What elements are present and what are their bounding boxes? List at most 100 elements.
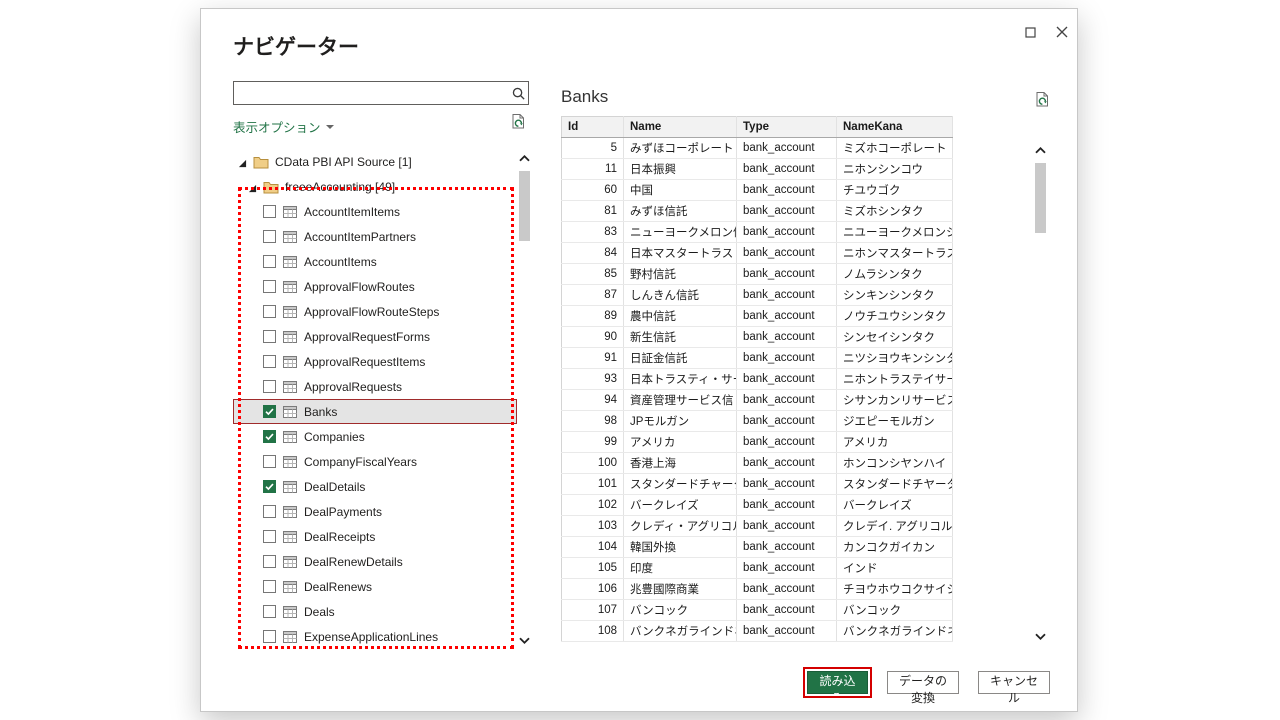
- scroll-down-icon[interactable]: [517, 631, 532, 649]
- table-row: 81 みずほ信託 bank_account ミズホシンタク: [561, 200, 953, 222]
- checkbox-unchecked[interactable]: [263, 255, 276, 268]
- cell: バンクネガラインドネ: [623, 620, 737, 642]
- tree-item-label: DealRenews: [304, 579, 373, 594]
- tree-node-folder[interactable]: freeeAccounting [49]: [233, 174, 517, 199]
- maximize-icon[interactable]: [1019, 21, 1041, 43]
- cell: ノムラシンタク: [836, 263, 953, 285]
- cell: 日本マスタートラスト信: [623, 242, 737, 264]
- table-row: 93日本トラスティ・サービbank_accountニホントラステイサービ: [561, 368, 953, 390]
- cell: bank_account: [736, 431, 837, 453]
- expand-triangle-icon[interactable]: [238, 156, 250, 168]
- checkbox-unchecked[interactable]: [263, 630, 276, 643]
- tree-item-Deals[interactable]: Deals: [233, 599, 517, 624]
- tree-item-ApprovalRequests[interactable]: ApprovalRequests: [233, 374, 517, 399]
- load-button[interactable]: 読み込み: [803, 667, 872, 705]
- search-input[interactable]: [234, 82, 508, 104]
- cell: 新生信託: [623, 326, 737, 348]
- tree-item-label: ExpenseApplicationLines: [304, 629, 439, 644]
- table-row: 100 香港上海 bank_account ホンコンシヤンハイ: [561, 452, 953, 474]
- tree-item-DealReceipts[interactable]: DealReceipts: [233, 524, 517, 549]
- cell: 90: [561, 326, 624, 348]
- checkbox-checked[interactable]: [263, 405, 276, 418]
- scroll-up-icon[interactable]: [1033, 141, 1048, 159]
- cell: 83: [561, 221, 624, 243]
- tree-item-DealRenews[interactable]: DealRenews: [233, 574, 517, 599]
- checkbox-checked[interactable]: [263, 430, 276, 443]
- display-options-dropdown[interactable]: 表示オプション: [233, 117, 334, 136]
- cell: bank_account: [736, 305, 837, 327]
- table-row: 98 JPモルガン bank_account ジエピーモルガン: [561, 410, 953, 432]
- navigator-dialog: ナビゲーター 表示オプション CData PBI API Source [1] …: [200, 8, 1078, 712]
- tree-item-DealDetails[interactable]: DealDetails: [233, 474, 517, 499]
- cancel-button[interactable]: キャンセル: [978, 671, 1050, 705]
- tree-item-ExpenseApplicationLines[interactable]: ExpenseApplicationLines: [233, 624, 517, 649]
- tree-item-ApprovalRequestForms[interactable]: ApprovalRequestForms: [233, 324, 517, 349]
- tree-item-DealRenewDetails[interactable]: DealRenewDetails: [233, 549, 517, 574]
- checkbox-unchecked[interactable]: [263, 580, 276, 593]
- checkbox-unchecked[interactable]: [263, 330, 276, 343]
- tree-item-CompanyFiscalYears[interactable]: CompanyFiscalYears: [233, 449, 517, 474]
- column-header: Id: [561, 116, 624, 138]
- scroll-up-icon[interactable]: [517, 149, 532, 167]
- checkbox-unchecked[interactable]: [263, 505, 276, 518]
- checkbox-unchecked[interactable]: [263, 280, 276, 293]
- cell: ノウチユウシンタク: [836, 305, 953, 327]
- cell: 日証金信託: [623, 347, 737, 369]
- cell: 60: [561, 179, 624, 201]
- column-header: Name: [623, 116, 737, 138]
- table-icon: [282, 379, 298, 395]
- checkbox-unchecked[interactable]: [263, 605, 276, 618]
- checkbox-checked[interactable]: [263, 480, 276, 493]
- checkbox-unchecked[interactable]: [263, 305, 276, 318]
- scroll-down-icon[interactable]: [1033, 627, 1048, 645]
- close-icon[interactable]: [1051, 21, 1073, 43]
- checkbox-unchecked[interactable]: [263, 205, 276, 218]
- folder-icon: [263, 179, 280, 195]
- tree-item-ApprovalFlowRouteSteps[interactable]: ApprovalFlowRouteSteps: [233, 299, 517, 324]
- refresh-icon[interactable]: [509, 113, 529, 133]
- tree-item-ApprovalFlowRoutes[interactable]: ApprovalFlowRoutes: [233, 274, 517, 299]
- cell: ニホンシンコウ: [836, 158, 953, 180]
- cell: インド: [836, 557, 953, 579]
- cell: ミズホシンタク: [836, 200, 953, 222]
- scrollbar-thumb[interactable]: [519, 171, 530, 241]
- cell: 資産管理サービス信: [623, 389, 737, 411]
- cell: バンコック: [623, 599, 737, 621]
- expand-triangle-icon[interactable]: [248, 181, 260, 193]
- checkbox-unchecked[interactable]: [263, 355, 276, 368]
- cell: スタンダードチヤータード: [836, 473, 953, 495]
- cell: 100: [561, 452, 624, 474]
- transform-data-button[interactable]: データの変換: [887, 671, 959, 705]
- tree-scrollbar[interactable]: [517, 149, 532, 649]
- tree-item-Banks[interactable]: Banks: [233, 399, 517, 424]
- table-row: 60 中国 bank_account チユウゴク: [561, 179, 953, 201]
- tree-node-source[interactable]: CData PBI API Source [1]: [233, 149, 517, 174]
- table-row: 89 農中信託 bank_account ノウチユウシンタク: [561, 305, 953, 327]
- preview-scrollbar[interactable]: [1033, 141, 1048, 645]
- cell: JPモルガン: [623, 410, 737, 432]
- table-row: 106 兆豊國際商業 bank_account チヨウホウコクサイシ: [561, 578, 953, 600]
- tree-item-ApprovalRequestItems[interactable]: ApprovalRequestItems: [233, 349, 517, 374]
- refresh-preview-icon[interactable]: [1033, 91, 1053, 111]
- tree-item-AccountItems[interactable]: AccountItems: [233, 249, 517, 274]
- tree-item-AccountItemPartners[interactable]: AccountItemPartners: [233, 224, 517, 249]
- tree-item-AccountItemItems[interactable]: AccountItemItems: [233, 199, 517, 224]
- checkbox-unchecked[interactable]: [263, 230, 276, 243]
- cell: アメリカ: [836, 431, 953, 453]
- table-row: 11 日本振興 bank_account ニホンシンコウ: [561, 158, 953, 180]
- scrollbar-thumb[interactable]: [1035, 163, 1046, 233]
- cell: チヨウホウコクサイシ: [836, 578, 953, 600]
- checkbox-unchecked[interactable]: [263, 530, 276, 543]
- cell: 5: [561, 137, 624, 159]
- table-row: 83ニューヨークメロン信bank_accountニユーヨークメロンシンタ: [561, 221, 953, 243]
- column-header: Type: [736, 116, 837, 138]
- checkbox-unchecked[interactable]: [263, 455, 276, 468]
- tree-item-DealPayments[interactable]: DealPayments: [233, 499, 517, 524]
- search-icon[interactable]: [508, 83, 528, 103]
- checkbox-unchecked[interactable]: [263, 380, 276, 393]
- tree-item-Companies[interactable]: Companies: [233, 424, 517, 449]
- checkbox-unchecked[interactable]: [263, 555, 276, 568]
- tree-item-label: AccountItemItems: [304, 204, 401, 219]
- cell: bank_account: [736, 347, 837, 369]
- table-icon: [282, 279, 298, 295]
